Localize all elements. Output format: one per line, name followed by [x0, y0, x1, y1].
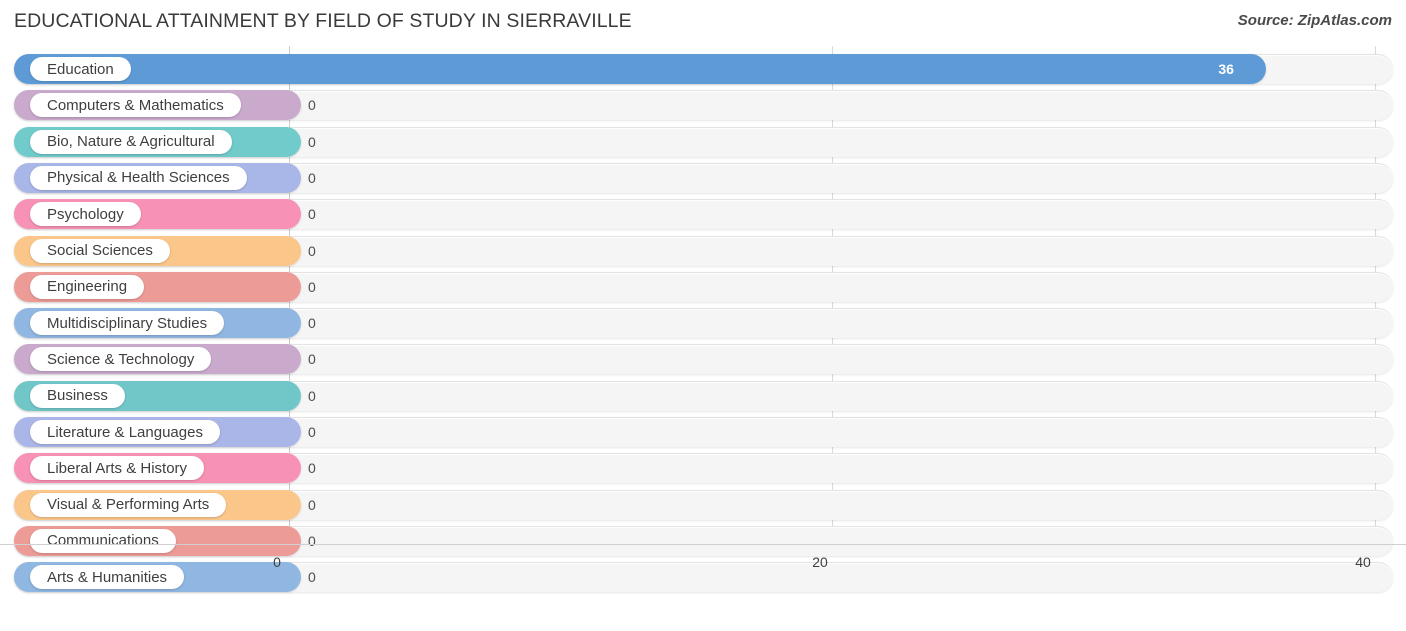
category-label: Bio, Nature & Agricultural: [30, 129, 232, 154]
category-label: Visual & Performing Arts: [30, 492, 227, 517]
bar-value-label: 0: [308, 278, 316, 295]
bar-value-label: 0: [308, 424, 316, 440]
plot-area: Education 36 Computers & Mathematics 0 Bio, …: [0, 46, 1406, 593]
category-label: Engineering: [30, 274, 145, 299]
bar-row[interactable]: Literature & Languages 0: [14, 417, 1393, 447]
bar-row[interactable]: Physical & Health Sciences 0: [14, 162, 1393, 193]
bar-row[interactable]: Computers & Mathematics 0: [14, 90, 1393, 121]
category-label: Physical & Health Sciences: [30, 165, 247, 190]
bar-row[interactable]: Education 36: [14, 54, 1393, 84]
axis-tick-40: 40: [1355, 554, 1371, 570]
category-label: Computers & Mathematics: [30, 93, 241, 118]
category-label: Science & Technology: [30, 347, 212, 372]
bar-value-label: 0: [308, 169, 316, 186]
category-label: Literature & Languages: [30, 420, 220, 444]
category-label: Multidisciplinary Studies: [30, 311, 225, 336]
page-title: EDUCATIONAL ATTAINMENT BY FIELD OF STUDY…: [14, 10, 632, 32]
category-label: Psychology: [30, 202, 141, 227]
bar-row[interactable]: Science & Technology 0: [14, 344, 1393, 375]
bar-value-label: 36: [1218, 61, 1234, 77]
bar-row[interactable]: Business 0: [14, 380, 1393, 411]
category-label: Education: [30, 57, 131, 81]
bar-value-label: 0: [308, 206, 316, 223]
bar-row[interactable]: Psychology 0: [14, 199, 1393, 230]
axis-tick-0: 0: [273, 554, 281, 570]
bar-value-label: 0: [308, 242, 316, 259]
bar-value-label: 0: [308, 97, 316, 114]
bar-value-label: 0: [308, 351, 316, 368]
bar-value-label: 0: [308, 315, 316, 332]
bar[interactable]: [14, 54, 1267, 84]
x-axis: 0 20 40: [0, 544, 1406, 592]
bar-value-label: 0: [308, 496, 316, 513]
source-attribution: Source: ZipAtlas.com: [1237, 12, 1392, 29]
axis-line: [0, 544, 1406, 545]
bar-row[interactable]: Liberal Arts & History 0: [14, 453, 1393, 484]
bar-row[interactable]: Social Sciences 0: [14, 235, 1393, 266]
bar-value-label: 0: [308, 460, 316, 477]
chart-page: EDUCATIONAL ATTAINMENT BY FIELD OF STUDY…: [0, 0, 1406, 631]
bar-row[interactable]: Multidisciplinary Studies 0: [14, 308, 1393, 339]
bar-value-label: 0: [308, 133, 316, 150]
bar-row[interactable]: Bio, Nature & Agricultural 0: [14, 126, 1393, 157]
axis-tick-20: 20: [812, 554, 828, 570]
bar-row[interactable]: Visual & Performing Arts 0: [14, 489, 1393, 520]
category-label: Liberal Arts & History: [30, 456, 205, 481]
category-label: Business: [30, 383, 125, 408]
category-label: Social Sciences: [30, 238, 170, 263]
bar-value-label: 0: [308, 387, 316, 404]
bar-row[interactable]: Engineering 0: [14, 271, 1393, 302]
